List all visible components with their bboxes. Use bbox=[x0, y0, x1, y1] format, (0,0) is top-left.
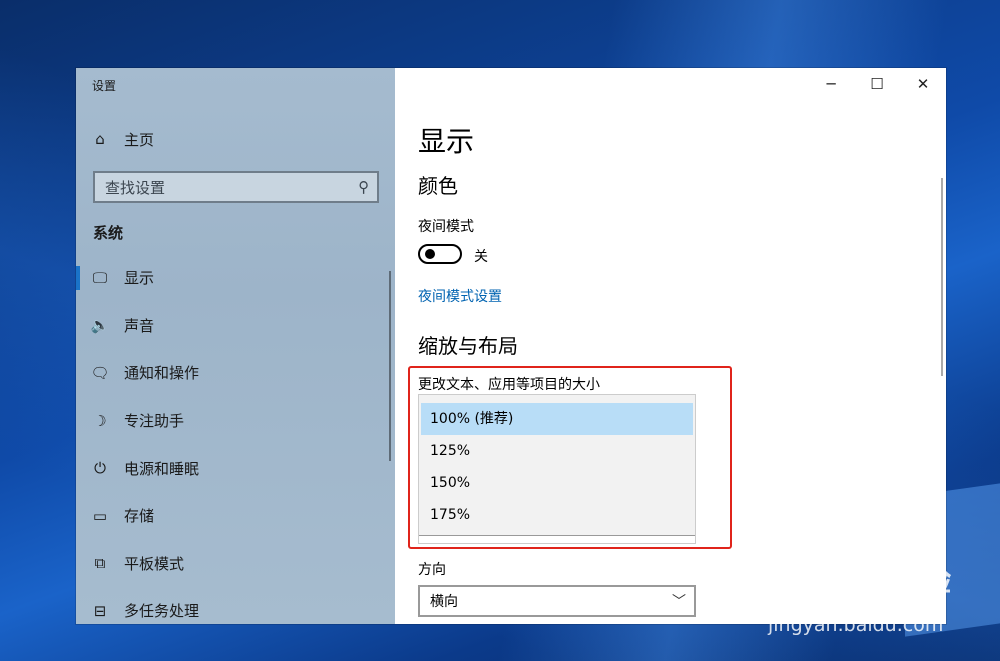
color-section-title: 颜色 bbox=[418, 174, 458, 198]
sidebar-item-tablet-mode[interactable]: ⧉ 平板模式 bbox=[76, 540, 395, 588]
sidebar-item-label: 主页 bbox=[124, 130, 155, 149]
sidebar-item-label: 电源和睡眠 bbox=[124, 459, 200, 478]
tablet-icon: ⧉ bbox=[94, 554, 106, 573]
notification-icon: 🗨 bbox=[90, 363, 110, 382]
multitask-icon: ⊟ bbox=[93, 601, 107, 620]
sidebar-item-focus-assist[interactable]: ☽ 专注助手 bbox=[76, 397, 395, 445]
section-title: 系统 bbox=[93, 224, 124, 242]
maximize-button[interactable]: ☐ bbox=[854, 68, 900, 100]
orientation-select[interactable]: 横向 ﹀ bbox=[418, 585, 696, 617]
settings-window: 设置 ⌂ 主页 查找设置 ⚲ 系统 🖵 显示 🔈 声音 🗨 通知和操作 ☽ 专注… bbox=[76, 68, 946, 624]
content-scrollbar[interactable] bbox=[941, 178, 943, 376]
power-icon: ⏻ bbox=[94, 459, 106, 478]
monitor-icon: 🖵 bbox=[92, 268, 108, 287]
sidebar-item-display[interactable]: 🖵 显示 bbox=[76, 254, 395, 302]
watermark-brand: Bai du 经验 bbox=[766, 564, 953, 599]
sidebar-item-label: 多任务处理 bbox=[124, 602, 200, 621]
sidebar-item-label: 专注助手 bbox=[124, 412, 185, 431]
sidebar-item-storage[interactable]: ▭ 存储 bbox=[76, 492, 395, 540]
sidebar-item-label: 显示 bbox=[124, 269, 155, 288]
sidebar-item-notifications[interactable]: 🗨 通知和操作 bbox=[76, 349, 395, 397]
sidebar-item-home[interactable]: ⌂ 主页 bbox=[76, 124, 395, 154]
orientation-label: 方向 bbox=[418, 562, 446, 578]
page-title: 显示 bbox=[418, 125, 475, 158]
moon-icon: ☽ bbox=[93, 411, 107, 430]
orientation-value: 横向 bbox=[430, 594, 458, 610]
chevron-down-icon: ﹀ bbox=[672, 594, 686, 610]
search-icon: ⚲ bbox=[358, 178, 369, 196]
watermark-url: jingyan.baidu.com bbox=[768, 614, 944, 636]
sidebar-scrollbar[interactable] bbox=[389, 271, 391, 461]
sidebar: 设置 ⌂ 主页 查找设置 ⚲ 系统 🖵 显示 🔈 声音 🗨 通知和操作 ☽ 专注… bbox=[76, 68, 395, 624]
sidebar-item-label: 通知和操作 bbox=[124, 364, 200, 383]
night-mode-state: 关 bbox=[474, 249, 488, 265]
storage-icon: ▭ bbox=[92, 506, 108, 525]
toggle-knob bbox=[425, 249, 435, 259]
night-mode-toggle[interactable] bbox=[418, 244, 462, 264]
highlight-box bbox=[408, 366, 732, 549]
sidebar-nav: 🖵 显示 🔈 声音 🗨 通知和操作 ☽ 专注助手 ⏻ 电源和睡眠 ▭ 存储 ⧉ … bbox=[76, 254, 395, 624]
content-pane: ─ ☐ ✕ 显示 颜色 夜间模式 关 夜间模式设置 缩放与布局 更改文本、应用等… bbox=[395, 68, 946, 624]
close-button[interactable]: ✕ bbox=[900, 68, 946, 100]
search-input[interactable]: 查找设置 ⚲ bbox=[93, 171, 379, 203]
sidebar-item-label: 声音 bbox=[124, 316, 155, 335]
sidebar-item-label: 存储 bbox=[124, 507, 155, 526]
minimize-button[interactable]: ─ bbox=[808, 68, 854, 100]
sidebar-item-sound[interactable]: 🔈 声音 bbox=[76, 302, 395, 350]
sidebar-item-power[interactable]: ⏻ 电源和睡眠 bbox=[76, 444, 395, 492]
sidebar-item-label: 平板模式 bbox=[124, 554, 185, 573]
scale-section-title: 缩放与布局 bbox=[418, 334, 518, 358]
night-mode-settings-link[interactable]: 夜间模式设置 bbox=[418, 286, 502, 306]
search-placeholder: 查找设置 bbox=[105, 178, 166, 197]
speaker-icon: 🔈 bbox=[90, 316, 110, 335]
night-mode-label: 夜间模式 bbox=[418, 219, 474, 235]
home-icon: ⌂ bbox=[95, 130, 105, 148]
sidebar-item-multitasking[interactable]: ⊟ 多任务处理 bbox=[76, 587, 395, 624]
app-title: 设置 bbox=[92, 79, 117, 93]
